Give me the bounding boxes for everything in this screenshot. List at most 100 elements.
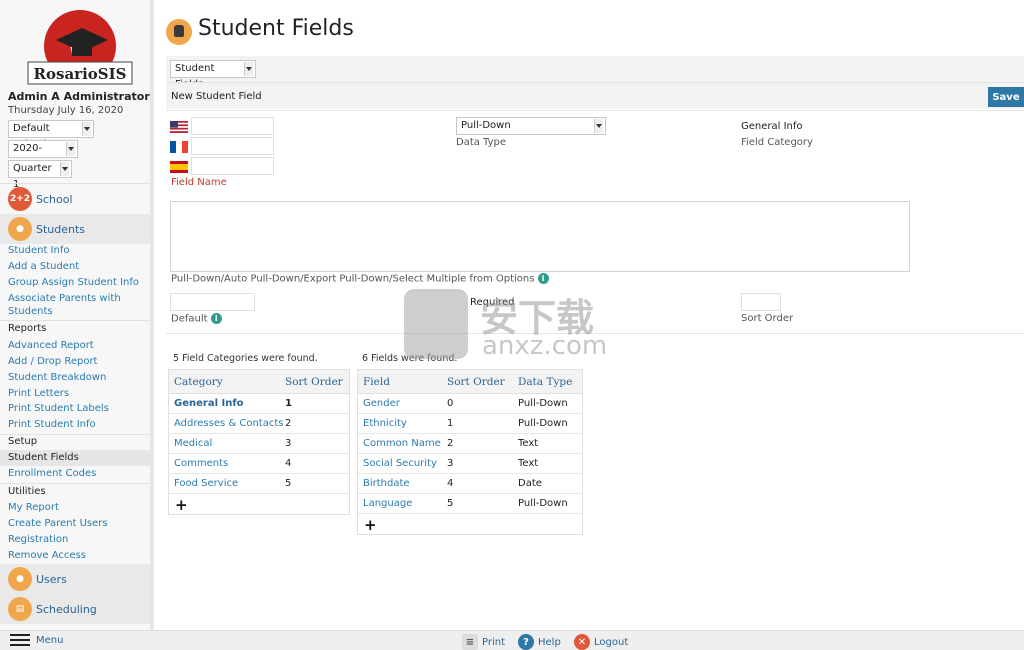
- group-utilities: Utilities: [8, 486, 46, 497]
- link-add-drop-report[interactable]: Add / Drop Report: [8, 356, 97, 367]
- sort-order-label: Sort Order: [741, 313, 794, 324]
- table-row[interactable]: Medical 3: [169, 434, 349, 454]
- save-button[interactable]: Save: [988, 87, 1024, 107]
- field-name-en-input[interactable]: [191, 117, 274, 135]
- default-input[interactable]: [170, 293, 255, 311]
- school-icon: 2+2: [8, 187, 32, 211]
- table-row[interactable]: Food Service 5: [169, 474, 349, 494]
- options-textarea[interactable]: [170, 201, 910, 272]
- link-remove-access[interactable]: Remove Access: [8, 550, 86, 561]
- quarter-select[interactable]: Quarter 1: [8, 160, 72, 190]
- chevron-down-icon: [246, 67, 252, 71]
- user-name: Admin A Administrator: [8, 90, 150, 103]
- module-students[interactable]: ● Students: [0, 214, 150, 244]
- hamburger-icon: [10, 634, 30, 646]
- data-type-label: Data Type: [456, 137, 507, 148]
- table-row[interactable]: Social Security 3 Text: [358, 454, 582, 474]
- col-field[interactable]: Field: [363, 376, 390, 388]
- footer: Menu ≡ Print ? Help ✕ Logout: [0, 630, 1024, 650]
- field-name-es-input[interactable]: [191, 157, 274, 175]
- table-row[interactable]: Language 5 Pull-Down: [358, 494, 582, 514]
- link-student-breakdown[interactable]: Student Breakdown: [8, 372, 106, 383]
- chevron-down-icon: [84, 127, 90, 131]
- shield-icon: [404, 289, 468, 359]
- link-associate-parents-2[interactable]: Students: [8, 306, 53, 317]
- logo-text: RosarioSIS: [34, 65, 127, 83]
- link-associate-parents[interactable]: Associate Parents with: [8, 293, 121, 304]
- field-category-label: Field Category: [741, 137, 813, 148]
- col-sort-order[interactable]: Sort Order: [285, 376, 343, 388]
- link-my-report[interactable]: My Report: [8, 502, 59, 513]
- page-title: Student Fields: [198, 16, 354, 41]
- add-icon[interactable]: +: [175, 496, 188, 514]
- sort-order-input[interactable]: [741, 293, 781, 311]
- add-field-row[interactable]: +: [358, 514, 582, 534]
- current-date: Thursday July 16, 2020: [8, 105, 124, 116]
- options-label: Pull-Down/Auto Pull-Down/Export Pull-Dow…: [171, 273, 549, 285]
- type-select-band: [166, 56, 1024, 82]
- table-row[interactable]: Gender 0 Pull-Down: [358, 394, 582, 414]
- school-select[interactable]: Default School: [8, 120, 94, 150]
- user-icon: ●: [8, 567, 32, 591]
- table-row[interactable]: Birthdate 4 Date: [358, 474, 582, 494]
- chevron-down-icon: [68, 147, 74, 151]
- link-student-info[interactable]: Student Info: [8, 245, 69, 256]
- table-row[interactable]: Common Name 2 Text: [358, 434, 582, 454]
- print-button[interactable]: ≡ Print: [462, 634, 505, 650]
- link-group-assign[interactable]: Group Assign Student Info: [8, 277, 139, 288]
- student-icon: [166, 19, 192, 45]
- col-sort-order[interactable]: Sort Order: [447, 376, 505, 388]
- info-icon[interactable]: i: [210, 313, 222, 324]
- table-row[interactable]: Comments 4: [169, 454, 349, 474]
- col-data-type[interactable]: Data Type: [518, 376, 572, 388]
- table-row[interactable]: General Info 1: [169, 394, 349, 414]
- table-row[interactable]: Ethnicity 1 Pull-Down: [358, 414, 582, 434]
- close-icon: ✕: [574, 634, 590, 650]
- add-icon[interactable]: +: [364, 516, 377, 534]
- table-row[interactable]: Addresses & Contacts 2: [169, 414, 349, 434]
- help-button[interactable]: ? Help: [518, 634, 561, 650]
- field-category-value: General Info: [741, 121, 803, 132]
- rosariosis-logo[interactable]: RosarioSIS: [26, 8, 134, 88]
- new-field-label: New Student Field: [171, 91, 262, 102]
- us-flag-icon: [170, 121, 188, 133]
- module-school[interactable]: 2+2 School: [0, 184, 150, 214]
- print-icon: ≡: [462, 634, 478, 650]
- link-student-fields[interactable]: Student Fields: [8, 452, 79, 463]
- group-reports: Reports: [8, 323, 47, 334]
- categories-table: Category Sort Order General Info 1 Addres…: [168, 369, 350, 515]
- student-icon: ●: [8, 217, 32, 241]
- book-icon: ▤: [8, 597, 32, 621]
- fields-table: Field Sort Order Data Type Gender 0 Pull-D…: [357, 369, 583, 535]
- fields-type-select[interactable]: Student Fields: [170, 60, 256, 90]
- help-icon: ?: [518, 634, 534, 650]
- link-print-letters[interactable]: Print Letters: [8, 388, 69, 399]
- year-select[interactable]: 2020-2021: [8, 140, 78, 170]
- default-label: Default i: [171, 313, 222, 325]
- logout-button[interactable]: ✕ Logout: [574, 634, 628, 650]
- sidebar: RosarioSIS Admin A Administrator Thursda…: [0, 0, 154, 630]
- link-create-parent-users[interactable]: Create Parent Users: [8, 518, 108, 529]
- data-type-select[interactable]: Pull-Down: [456, 117, 606, 135]
- col-category[interactable]: Category: [174, 376, 223, 388]
- info-icon[interactable]: i: [537, 273, 549, 284]
- chevron-down-icon: [596, 124, 602, 128]
- link-enrollment-codes[interactable]: Enrollment Codes: [8, 468, 96, 479]
- add-category-row[interactable]: +: [169, 494, 349, 514]
- link-print-labels[interactable]: Print Student Labels: [8, 403, 109, 414]
- new-field-header: [166, 83, 1024, 109]
- es-flag-icon: [170, 161, 188, 173]
- categories-found-text: 5 Field Categories were found.: [173, 353, 318, 364]
- module-scheduling[interactable]: ▤ Scheduling: [0, 594, 150, 624]
- watermark: 安下载 anxz.com: [404, 285, 624, 365]
- menu-button[interactable]: Menu: [10, 634, 63, 646]
- module-users[interactable]: ● Users: [0, 564, 150, 594]
- link-advanced-report[interactable]: Advanced Report: [8, 340, 94, 351]
- fr-flag-icon: [170, 141, 188, 153]
- link-registration[interactable]: Registration: [8, 534, 68, 545]
- field-name-fr-input[interactable]: [191, 137, 274, 155]
- group-setup: Setup: [8, 436, 38, 447]
- field-name-label: Field Name: [171, 177, 227, 188]
- link-add-student[interactable]: Add a Student: [8, 261, 79, 272]
- link-print-info[interactable]: Print Student Info: [8, 419, 96, 430]
